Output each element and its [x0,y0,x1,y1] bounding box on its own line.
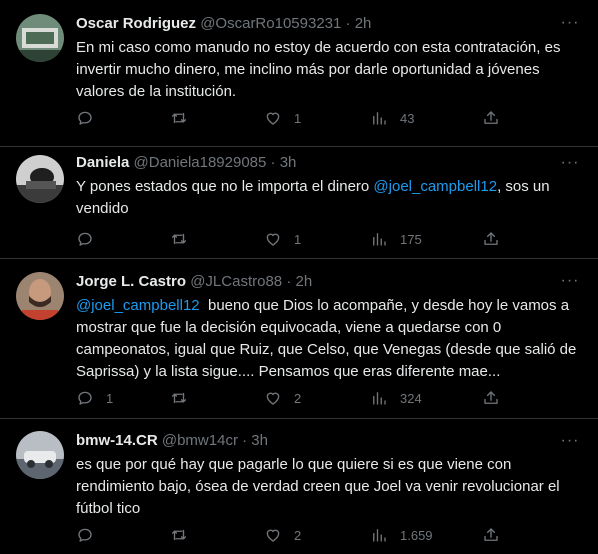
separator-dot: · [286,273,292,290]
tweet-header: bmw-14.CR @bmw14cr · 3h [76,431,580,451]
tweet-card[interactable]: ··· Jorge L. Castro @JLCastro88 · 2h @jo… [0,259,598,419]
retweet-icon [171,529,187,541]
share-icon [484,111,498,124]
reply-icon [78,111,92,125]
timeline: · · · Oscar Rodriguez @OscarRo10593231 · 2… [0,0,598,554]
reply-icon [78,391,92,405]
text-segment: Y pones estados que no le importa el din… [76,178,374,195]
author-handle[interactable]: @OscarRo10593231 [200,15,341,32]
share-icon [484,528,498,541]
avatar[interactable] [16,14,64,62]
retweet-button[interactable] [170,108,200,128]
tweet-card[interactable]: ··· Daniela @Daniela18929085 · 3h Y pone… [0,147,598,259]
like-count: 2 [294,527,302,543]
separator-dot: · [270,154,276,171]
analytics-icon [373,529,386,542]
text-segment: En mi caso como manudo no estoy de acuer… [76,39,561,100]
heart-icon [266,112,280,125]
views-button[interactable]: 175 [370,229,422,249]
like-button[interactable]: 1 [264,229,301,249]
view-count: 43 [400,110,415,126]
share-button[interactable] [482,108,500,128]
tweet-content: Oscar Rodriguez @OscarRo10593231 · 2h En… [76,14,580,103]
reply-button[interactable] [76,525,106,545]
retweet-button[interactable] [170,525,200,545]
view-count: 1.659 [400,527,433,543]
author-handle[interactable]: @JLCastro88 [190,273,282,290]
share-button[interactable] [482,229,500,249]
retweet-icon [171,392,187,404]
like-button[interactable]: 2 [264,388,301,408]
like-button[interactable]: 2 [264,525,301,545]
analytics-icon [373,233,386,246]
tweet-content: bmw-14.CR @bmw14cr · 3h es que por qué h… [76,431,580,520]
tweet-text: En mi caso como manudo no estoy de acuer… [76,37,580,103]
tweet-actions: 1 175 [76,229,506,249]
like-button[interactable]: 1 [264,108,301,128]
separator-dot: · [242,432,248,449]
tweet-actions: 1 43 [76,108,506,128]
tweet-content: Jorge L. Castro @JLCastro88 · 2h @joel_c… [76,272,580,383]
heart-icon [266,529,280,542]
reply-count: 1 [106,390,114,406]
author-name[interactable]: Oscar Rodriguez [76,15,196,32]
avatar[interactable] [16,155,64,203]
author-name[interactable]: Jorge L. Castro [76,273,186,290]
timestamp[interactable]: 3h [280,154,297,171]
view-count: 175 [400,231,422,247]
mention-link[interactable]: @joel_campbell12 [373,178,497,195]
text-segment: es que por qué hay que pagarle lo que qu… [76,456,560,517]
heart-icon [266,233,280,246]
reply-icon [78,232,92,246]
reply-button[interactable] [76,108,106,128]
reply-icon [78,528,92,542]
reply-button[interactable] [76,229,106,249]
share-icon [484,232,498,245]
tweet-content: Daniela @Daniela18929085 · 3h Y pones es… [76,153,580,220]
timestamp[interactable]: 3h [251,432,268,449]
views-button[interactable]: 1.659 [370,525,433,545]
avatar[interactable] [16,272,64,320]
like-count: 2 [294,390,302,406]
views-button[interactable]: 324 [370,388,422,408]
separator-dot: · [345,15,351,32]
timestamp[interactable]: 2h [295,273,312,290]
views-button[interactable]: 43 [370,108,414,128]
tweet-header: Oscar Rodriguez @OscarRo10593231 · 2h [76,14,580,34]
like-count: 1 [294,231,302,247]
tweet-text: Y pones estados que no le importa el din… [76,176,580,220]
tweet-header: Daniela @Daniela18929085 · 3h [76,153,580,173]
author-name[interactable]: bmw-14.CR [76,432,158,449]
retweet-icon [171,233,187,245]
mention-link[interactable]: @joel_campbell12 [76,297,200,314]
author-name[interactable]: Daniela [76,154,129,171]
share-icon [484,391,498,404]
author-handle[interactable]: @bmw14cr [162,432,238,449]
avatar[interactable] [16,431,64,479]
retweet-button[interactable] [170,229,200,249]
timestamp[interactable]: 2h [355,15,372,32]
author-handle[interactable]: @Daniela18929085 [134,154,267,171]
view-count: 324 [400,390,422,406]
retweet-button[interactable] [170,388,200,408]
tweet-actions: 1 2 324 [76,388,506,408]
share-button[interactable] [482,388,500,408]
retweet-icon [171,112,187,124]
tweet-text: @joel_campbell12 bueno que Dios lo acomp… [76,295,580,383]
heart-icon [266,392,280,405]
tweet-card[interactable]: ··· Oscar Rodriguez @OscarRo10593231 · 2… [0,0,598,147]
tweet-text: es que por qué hay que pagarle lo que qu… [76,454,580,520]
reply-button[interactable]: 1 [76,388,113,408]
share-button[interactable] [482,525,500,545]
like-count: 1 [294,110,302,126]
tweet-card[interactable]: ··· bmw-14.CR @bmw14cr · 3h es que por q… [0,419,598,554]
tweet-header: Jorge L. Castro @JLCastro88 · 2h [76,272,580,292]
tweet-actions: 2 1.659 [76,525,506,545]
analytics-icon [373,112,386,125]
analytics-icon [373,392,386,405]
